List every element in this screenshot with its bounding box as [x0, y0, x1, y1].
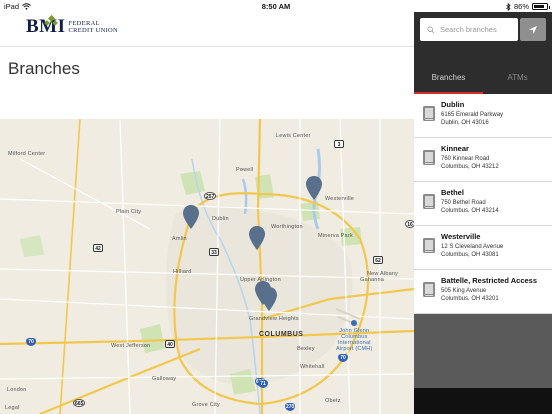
map-label: Hilliard: [173, 269, 192, 275]
branch-list-item[interactable]: Westerville 12 S Cleveland Avenue Columbus…: [414, 226, 552, 270]
map-label: London: [7, 387, 27, 393]
branch-address-line1: 760 Kinnear Road: [441, 156, 490, 162]
map-label: Milford Center: [8, 151, 46, 157]
park-area: [180, 171, 205, 195]
route-shield: 62: [373, 256, 383, 264]
map-view[interactable]: Lewis Center Milford Center Powell Westervi…: [0, 119, 414, 414]
airport-label: John Glenn Columbus International Airpor…: [336, 320, 373, 352]
branch-building-icon: [423, 106, 435, 121]
title-area: Branches: [0, 47, 414, 119]
map-label: Dublin: [212, 216, 229, 222]
map-label: Legal: [5, 405, 20, 411]
search-input[interactable]: [440, 25, 518, 34]
map-label: Plain City: [116, 209, 142, 215]
branch-address-line2: Columbus, OH 43201: [441, 296, 499, 302]
park-area: [20, 235, 44, 257]
logo-subtext-line1: FEDERAL: [68, 20, 100, 27]
branch-address-line1: 6165 Emerald Parkway: [441, 112, 504, 118]
page-title: Branches: [8, 59, 80, 78]
branch-name: Dublin: [441, 100, 465, 109]
logo: BMI FEDERAL CREDIT UNION: [26, 15, 119, 36]
branch-address: 750 Bethel Road Columbus, OH 43214: [441, 199, 499, 215]
app-root: iPad 8:50 AM 86% BMI FEDERAL CREDIT UNIO…: [0, 0, 552, 414]
branch-address: 6165 Emerald Parkway Dublin, OH 43016: [441, 111, 503, 127]
logo-diamond-icon: [44, 15, 58, 26]
branch-address: 12 S Cleveland Avenue Columbus, OH 43081: [441, 243, 503, 259]
map-pin-bethel[interactable]: [248, 225, 266, 251]
map-label: Obetz: [325, 398, 341, 404]
locate-me-button[interactable]: [520, 18, 546, 41]
search-icon: [427, 26, 435, 33]
battery-fill: [534, 5, 545, 8]
branch-building-icon: [423, 150, 435, 165]
branch-building-icon: [423, 194, 435, 209]
map-label: Grove City: [192, 402, 220, 408]
tab-atms[interactable]: ATMs: [483, 64, 552, 94]
battery-icon: [532, 3, 550, 10]
branch-address-line1: 12 S Cleveland Avenue: [441, 244, 504, 250]
map-label: Worthington: [271, 224, 303, 230]
map-base: [0, 119, 414, 414]
branch-address-line2: Columbus, OH 43212: [441, 164, 499, 170]
logo-subtext-line2: CREDIT UNION: [68, 27, 119, 34]
search-box[interactable]: [420, 18, 518, 41]
branch-address-line2: Columbus, OH 43214: [441, 208, 499, 214]
map-label: Grandview Heights: [249, 316, 299, 322]
tab-branches[interactable]: Branches: [414, 64, 483, 94]
branch-list-item[interactable]: Bethel 750 Bethel Road Columbus, OH 43214: [414, 182, 552, 226]
branch-building-icon: [423, 282, 435, 297]
panel-footer: [414, 388, 552, 414]
branch-address-line2: Dublin, OH 43016: [441, 120, 489, 126]
tab-bar: Branches ATMs: [414, 64, 552, 94]
panel-search-area: [414, 12, 552, 64]
status-time: 8:50 AM: [261, 2, 291, 11]
status-right: 86%: [506, 2, 550, 11]
status-bar: iPad 8:50 AM 86%: [0, 0, 552, 12]
branch-panel: BranchesATMs Dublin6165 Emerald ParkwayD…: [414, 12, 552, 414]
branch-building-icon: [423, 238, 435, 253]
branch-name: Kinnear: [441, 144, 469, 153]
route-shield: 42: [93, 244, 103, 252]
battery-percent: 86%: [513, 2, 529, 11]
map-label: Minerva Park: [318, 233, 353, 239]
map-label: Gahanna: [360, 277, 385, 283]
map-pin-westerville[interactable]: [305, 175, 323, 201]
map-pin-dublin[interactable]: [182, 204, 200, 230]
branch-name: Bethel: [441, 188, 464, 197]
map-label: Amlin: [172, 236, 187, 242]
map-label: Westerville: [325, 196, 354, 202]
branch-address: 760 Kinnear Road Columbus, OH 43212: [441, 155, 499, 171]
map-label: Lewis Center: [276, 133, 311, 139]
branch-name: Battelle, Restricted Access: [441, 276, 538, 285]
route-shield: 16: [405, 220, 414, 228]
branch-address-line2: Columbus, OH 43081: [441, 252, 499, 258]
airport-label-line4: Airport (CMH): [336, 346, 373, 352]
branch-list: Dublin 6165 Emerald Parkway Dublin, OH 430…: [414, 94, 552, 314]
map-label: Powell: [236, 167, 254, 173]
map-label: Whitehall: [300, 364, 325, 370]
map-label: West Jefferson: [111, 343, 151, 349]
map-label: Galloway: [152, 376, 177, 382]
route-shield: 33: [209, 248, 219, 256]
branch-address-line1: 750 Bethel Road: [441, 200, 486, 206]
branch-list-item[interactable]: Battelle, Restricted Access 505 King Aven…: [414, 270, 552, 314]
branch-address: 505 King Avenue Columbus, OH 43201: [441, 287, 499, 303]
location-arrow-icon: [529, 25, 537, 34]
app-header: BMI FEDERAL CREDIT UNION: [0, 12, 414, 47]
map-label: Bexley: [297, 346, 315, 352]
route-shield: 270: [285, 403, 296, 411]
airport-icon: [351, 320, 358, 326]
branch-address-line1: 505 King Avenue: [441, 288, 487, 294]
route-shield: 3: [334, 140, 344, 148]
branch-list-item[interactable]: Dublin 6165 Emerald Parkway Dublin, OH 430…: [414, 94, 552, 138]
logo-subtext: FEDERAL CREDIT UNION: [69, 20, 119, 36]
route-shield: 40: [165, 340, 175, 348]
map-pin-battelle[interactable]: [260, 286, 278, 312]
branch-name: Westerville: [441, 232, 481, 241]
map-label: COLUMBUS: [259, 331, 304, 338]
bluetooth-icon: [506, 2, 511, 11]
branch-list-item[interactable]: Kinnear 760 Kinnear Road Columbus, OH 4321…: [414, 138, 552, 182]
